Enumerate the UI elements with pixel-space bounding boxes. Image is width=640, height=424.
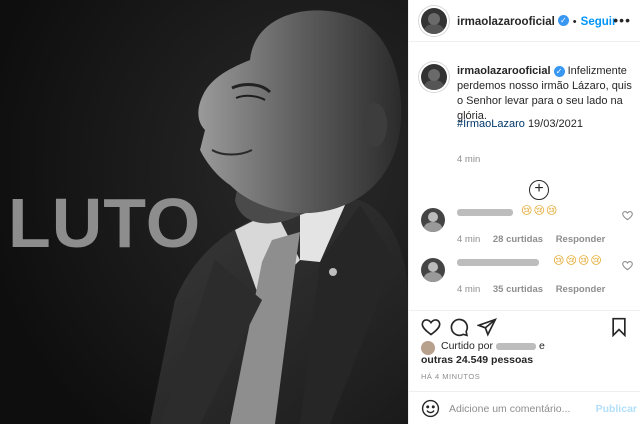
commenter-avatar[interactable]: [421, 258, 445, 282]
caption-text-block: irmaolazarooficial ✓ Infelizmente perdemo…: [457, 64, 639, 124]
reply-button[interactable]: Responder: [556, 284, 606, 295]
publish-button[interactable]: Publicar: [596, 403, 637, 415]
liked-by-and: e: [538, 340, 545, 352]
share-icon[interactable]: [477, 317, 497, 337]
comment-text: 😢😢😢: [521, 205, 559, 217]
separator-dot: •: [572, 15, 577, 28]
liked-by-others[interactable]: outras 24.549 pessoas: [421, 354, 533, 366]
save-bookmark-icon[interactable]: [609, 317, 629, 337]
caption-hashtag-line: #IrmaoLazaro 19/03/2021: [457, 118, 583, 130]
redacted-username: [457, 259, 539, 266]
comment-time: 4 min: [457, 284, 481, 295]
author-avatar[interactable]: [421, 7, 447, 34]
redacted-username: [495, 342, 536, 350]
add-comment-bar: Adicione um comentário... Publicar: [409, 391, 640, 424]
instagram-post-modal: LUTO irmaolazarooficial ✓ • Seguir ••• irma…: [0, 0, 640, 424]
reply-button[interactable]: Responder: [556, 234, 606, 245]
verified-badge-icon: ✓: [553, 65, 565, 77]
header-author-line: irmaolazarooficial ✓ • Seguir: [457, 12, 616, 30]
liked-by-line: Curtido por e: [441, 340, 545, 352]
like-heart-icon[interactable]: [421, 317, 441, 337]
comment-meta: 4 min 35 curtidas Responder: [457, 284, 615, 295]
caption-date: 19/03/2021: [527, 118, 583, 130]
comment-text: 😢😢😢😢: [553, 255, 603, 267]
post-actions-bar: [409, 310, 640, 342]
post-image: LUTO: [0, 0, 408, 424]
caption-author-username[interactable]: irmaolazarooficial: [457, 65, 551, 77]
comment-item: 😢😢😢 4 min 28 curtidas Responder: [421, 200, 633, 248]
follow-button[interactable]: Seguir: [581, 16, 617, 28]
redacted-username: [457, 209, 513, 216]
post-header: irmaolazarooficial ✓ • Seguir •••: [409, 0, 640, 42]
like-comment-heart-icon[interactable]: [622, 260, 633, 274]
comment-meta: 4 min 28 curtidas Responder: [457, 234, 615, 245]
comment-likes[interactable]: 35 curtidas: [493, 284, 543, 295]
more-options-icon[interactable]: •••: [613, 12, 631, 28]
likes-summary: Curtido por e outras 24.549 pessoas: [421, 340, 633, 370]
caption-author-avatar[interactable]: [421, 64, 447, 90]
commenter-avatar[interactable]: [421, 208, 445, 232]
load-more-comments-icon[interactable]: +: [529, 180, 549, 200]
mourning-text: LUTO: [8, 184, 202, 262]
post-timestamp: HÁ 4 MINUTOS: [421, 372, 481, 381]
comments-section: irmaolazarooficial ✓ Infelizmente perdemo…: [409, 42, 640, 310]
post-details-panel: irmaolazarooficial ✓ • Seguir ••• irmaolaza…: [408, 0, 640, 424]
liked-by-label: Curtido por: [441, 340, 493, 352]
comment-likes[interactable]: 28 curtidas: [493, 234, 543, 245]
emoji-smiley-icon[interactable]: [421, 399, 440, 418]
hashtag-link[interactable]: #IrmaoLazaro: [457, 118, 525, 130]
comment-item: 😢😢😢😢 4 min 35 curtidas Responder: [421, 250, 633, 298]
author-username[interactable]: irmaolazarooficial: [457, 16, 555, 28]
comment-input[interactable]: Adicione um comentário...: [449, 403, 570, 415]
verified-badge-icon: ✓: [557, 14, 569, 26]
comment-time: 4 min: [457, 234, 481, 245]
like-comment-heart-icon[interactable]: [622, 210, 633, 224]
comment-icon[interactable]: [449, 317, 469, 337]
liker-avatar[interactable]: [421, 341, 435, 355]
caption-time: 4 min: [457, 154, 481, 165]
